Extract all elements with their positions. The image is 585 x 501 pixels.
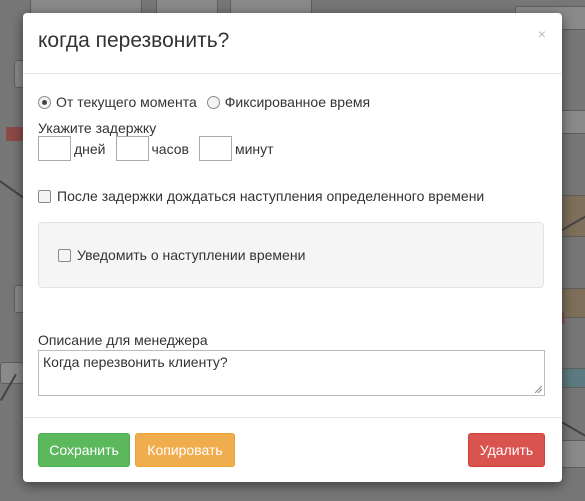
- radio-from-now[interactable]: [38, 95, 51, 109]
- days-input[interactable]: [38, 136, 71, 161]
- background-connector: [0, 180, 25, 199]
- radio-from-now-label[interactable]: От текущего момента: [56, 94, 197, 110]
- delay-inputs: дней часов минут: [38, 136, 284, 161]
- hours-input[interactable]: [115, 136, 149, 161]
- wait-after-delay-row: После задержки дождаться наступления опр…: [38, 188, 484, 204]
- delete-button[interactable]: Удалить: [468, 433, 545, 467]
- callback-dialog: когда перезвонить? × От текущего момента…: [23, 13, 562, 482]
- manager-description-value: Когда перезвонить клиенту?: [43, 354, 228, 370]
- dialog-title: когда перезвонить?: [38, 29, 230, 52]
- manager-description-textarea[interactable]: Когда перезвонить клиенту?: [38, 350, 545, 396]
- notify-row: Уведомить о наступлении времени: [58, 247, 305, 263]
- notify-label[interactable]: Уведомить о наступлении времени: [77, 247, 305, 263]
- delay-label: Укажите задержку: [38, 120, 157, 136]
- timing-mode-group: От текущего момента Фиксированное время: [38, 94, 380, 110]
- background-connector: [559, 420, 585, 437]
- dialog-header: когда перезвонить? ×: [23, 13, 562, 74]
- radio-fixed-time[interactable]: [206, 95, 220, 109]
- background-marker: [6, 127, 24, 141]
- notify-checkbox[interactable]: [58, 248, 71, 262]
- radio-fixed-time-label[interactable]: Фиксированное время: [225, 94, 370, 110]
- days-unit: дней: [74, 140, 106, 157]
- save-button[interactable]: Сохранить: [38, 433, 130, 467]
- wait-after-delay-checkbox[interactable]: [38, 189, 51, 203]
- minutes-input[interactable]: [198, 136, 232, 161]
- hours-unit: часов: [151, 140, 189, 157]
- minutes-unit: минут: [234, 140, 274, 157]
- close-icon[interactable]: ×: [538, 27, 546, 41]
- wait-after-delay-label[interactable]: После задержки дождаться наступления опр…: [57, 188, 484, 204]
- dialog-body: От текущего момента Фиксированное время …: [23, 74, 562, 417]
- manager-description-label: Описание для менеджера: [38, 332, 208, 348]
- copy-button[interactable]: Копировать: [135, 433, 235, 467]
- dialog-footer: Сохранить Копировать Удалить: [23, 417, 562, 483]
- resize-grip-icon[interactable]: [535, 386, 542, 393]
- notify-panel: Уведомить о наступлении времени: [38, 222, 544, 288]
